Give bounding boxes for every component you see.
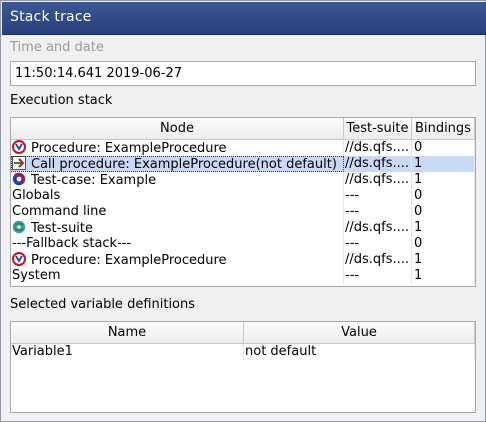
cell-test-suite[interactable]: ---: [344, 188, 412, 204]
cell-test-suite[interactable]: //ds.qfs....: [344, 252, 412, 268]
cell-variable-name[interactable]: Variable1: [11, 344, 244, 360]
cell-test-suite[interactable]: //ds.qfs....: [344, 140, 412, 156]
cell-node[interactable]: Test-suite: [11, 220, 344, 236]
procedure-icon: [12, 252, 26, 266]
table-row[interactable]: Procedure: ExampleProcedure //ds.qfs.... 1: [11, 252, 475, 268]
table-row[interactable]: Procedure: ExampleProcedure //ds.qfs.... 0: [11, 140, 475, 156]
cell-test-suite[interactable]: ---: [344, 204, 412, 220]
table-row[interactable]: Call procedure: ExampleProcedure(not def…: [11, 156, 475, 172]
cell-bindings[interactable]: 1: [412, 156, 475, 172]
column-header-bindings[interactable]: Bindings: [412, 118, 475, 140]
execution-stack-label: Execution stack: [10, 93, 113, 108]
node-label: ---Fallback stack---: [12, 236, 132, 251]
cell-bindings[interactable]: 1: [412, 268, 475, 284]
variable-definitions-header: Name Value: [11, 322, 475, 344]
window-title: Stack trace: [10, 9, 92, 25]
stack-trace-window: Stack trace Time and date 11:50:14.641 2…: [0, 0, 486, 422]
node-label: Call procedure: ExampleProcedure(not def…: [31, 157, 337, 172]
cell-node[interactable]: Call procedure: ExampleProcedure(not def…: [11, 156, 344, 172]
cell-bindings[interactable]: 0: [412, 188, 475, 204]
cell-node[interactable]: Globals: [11, 188, 344, 204]
cell-bindings[interactable]: 1: [412, 172, 475, 188]
cell-bindings[interactable]: 1: [412, 220, 475, 236]
cell-variable-value[interactable]: not default: [244, 344, 475, 360]
column-header-name[interactable]: Name: [11, 322, 244, 344]
time-date-label: Time and date: [10, 40, 104, 55]
table-row[interactable]: Command line --- 0: [11, 204, 475, 220]
node-label: System: [12, 268, 61, 283]
cell-node[interactable]: Procedure: ExampleProcedure: [11, 252, 344, 268]
title-bar: Stack trace: [2, 2, 486, 35]
node-label: Test-case: Example: [31, 173, 157, 188]
column-header-test-suite[interactable]: Test-suite: [344, 118, 412, 140]
cell-node[interactable]: Test-case: Example: [11, 172, 344, 188]
cell-node[interactable]: ---Fallback stack---: [11, 236, 344, 252]
cell-node[interactable]: System: [11, 268, 344, 284]
cell-test-suite[interactable]: //ds.qfs....: [344, 156, 412, 172]
table-row[interactable]: Test-case: Example //ds.qfs.... 1: [11, 172, 475, 188]
cell-bindings[interactable]: 1: [412, 252, 475, 268]
variable-definitions-label: Selected variable definitions: [10, 297, 196, 312]
call-procedure-icon: [12, 156, 26, 170]
table-row[interactable]: Globals --- 0: [11, 188, 475, 204]
cell-test-suite[interactable]: //ds.qfs....: [344, 172, 412, 188]
table-row[interactable]: Test-suite //ds.qfs.... 1: [11, 220, 475, 236]
cell-test-suite[interactable]: //ds.qfs....: [344, 220, 412, 236]
test-case-icon: [12, 172, 26, 186]
cell-test-suite[interactable]: ---: [344, 268, 412, 284]
execution-stack-table[interactable]: Node Test-suite Bindings Procedure: Exam…: [10, 117, 476, 287]
column-header-node[interactable]: Node: [11, 118, 344, 140]
cell-test-suite[interactable]: ---: [344, 236, 412, 252]
time-date-field[interactable]: 11:50:14.641 2019-06-27: [10, 61, 476, 86]
table-row[interactable]: Variable1 not default: [11, 344, 475, 360]
node-label: Procedure: ExampleProcedure: [31, 253, 227, 268]
table-row[interactable]: System --- 1: [11, 268, 475, 284]
execution-stack-header: Node Test-suite Bindings: [11, 118, 475, 140]
node-label: Procedure: ExampleProcedure: [31, 141, 227, 156]
test-suite-icon: [12, 220, 26, 234]
cell-node[interactable]: Procedure: ExampleProcedure: [11, 140, 344, 156]
cell-bindings[interactable]: 0: [412, 204, 475, 220]
column-header-value[interactable]: Value: [244, 322, 475, 344]
cell-bindings[interactable]: 0: [412, 236, 475, 252]
cell-bindings[interactable]: 0: [412, 140, 475, 156]
node-label: Test-suite: [31, 221, 94, 236]
table-row[interactable]: ---Fallback stack--- --- 0: [11, 236, 475, 252]
variable-definitions-table[interactable]: Name Value Variable1 not default: [10, 321, 476, 413]
node-label: Globals: [12, 188, 61, 203]
procedure-icon: [12, 140, 26, 154]
node-label: Command line: [12, 204, 107, 219]
cell-node[interactable]: Command line: [11, 204, 344, 220]
